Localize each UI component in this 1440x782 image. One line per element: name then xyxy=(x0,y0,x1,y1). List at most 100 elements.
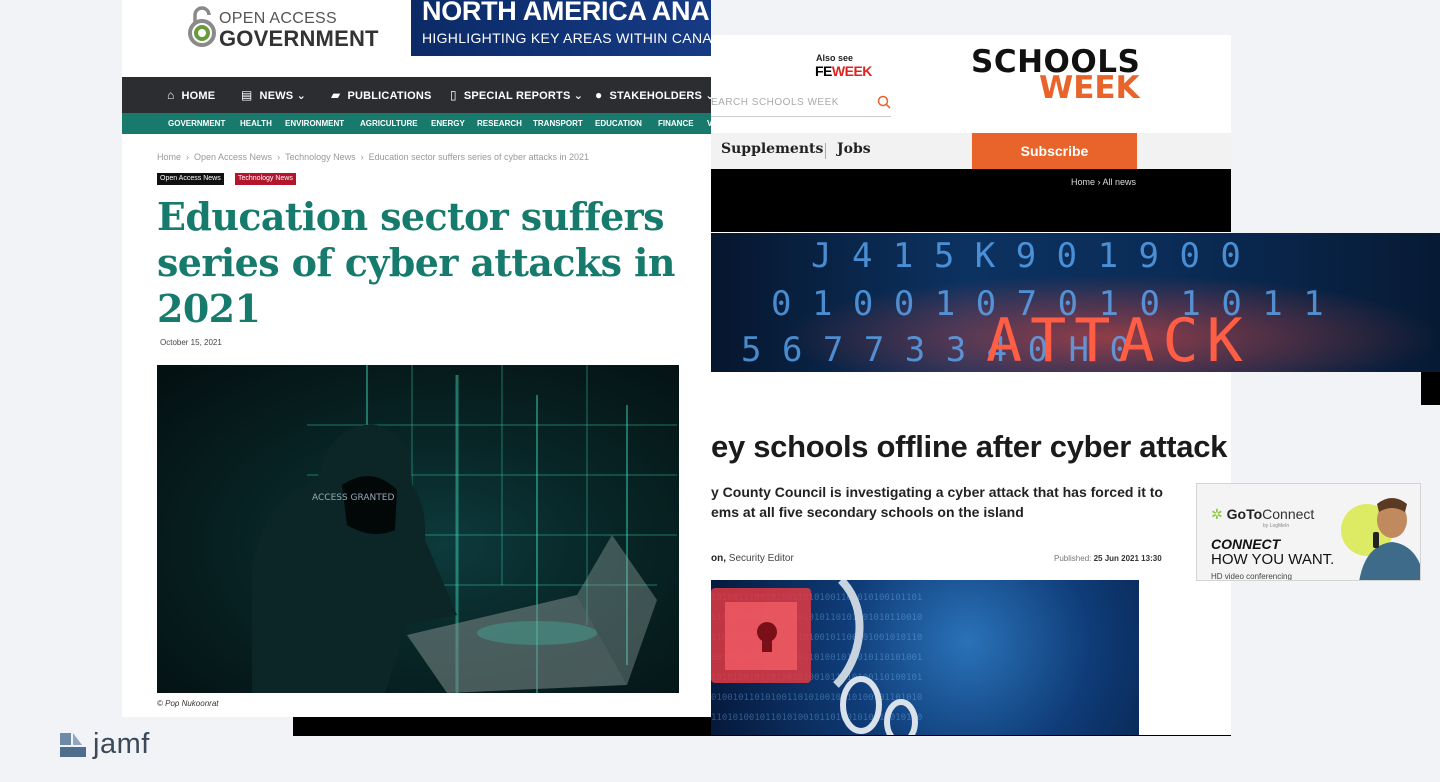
category-government[interactable]: GOVERNMENT xyxy=(168,119,225,128)
chevron-down-icon: ⌄ xyxy=(705,90,715,102)
feweek-fe: FE xyxy=(815,63,832,79)
tag-open-access-news[interactable]: Open Access News xyxy=(157,173,224,185)
logo-week: WEEK xyxy=(1039,70,1140,106)
binary-row-1: J 4 1 5 K 9 0 1 9 0 0 xyxy=(811,236,1241,276)
schools-week-article: Also see FEWEEK EARCH SCHOOLS WEEK SCHOO… xyxy=(711,35,1231,735)
category-research[interactable]: RESEARCH xyxy=(477,119,522,128)
person-photo xyxy=(1341,498,1420,580)
jamf-wordmark: jamf xyxy=(93,728,150,760)
breadcrumb-bar xyxy=(711,169,1231,232)
article-date: October 15, 2021 xyxy=(160,338,222,347)
jamf-logo: jamf xyxy=(60,728,170,770)
published-date: Published: 25 Jun 2021 13:30 xyxy=(1054,554,1162,563)
category-finance[interactable]: FINANCE xyxy=(658,119,694,128)
chevron-right-icon: › xyxy=(277,152,281,162)
article-headline: ey schools offline after cyber attack xyxy=(711,429,1228,464)
north-america-banner[interactable]: NORTH AMERICA ANA HIGHLIGHTING KEY AREAS… xyxy=(411,0,711,56)
breadcrumb: Home › Open Access News › Technology News › Ed… xyxy=(157,152,589,162)
article-standfirst: y County Council is investigating a cybe… xyxy=(711,482,1171,522)
chevron-down-icon: ⌄ xyxy=(573,90,584,102)
nav-supplements[interactable]: Supplements xyxy=(721,141,823,157)
category-education[interactable]: EDUCATION xyxy=(595,119,642,128)
byline-name[interactable]: on, xyxy=(711,553,726,564)
chevron-right-icon: › xyxy=(360,152,364,162)
nav-divider xyxy=(825,143,826,159)
ad-brand-goto: GoTo xyxy=(1226,506,1263,522)
nav-news-label: NEWS xyxy=(259,90,294,102)
nav-stakeholders-label: STAKEHOLDERS xyxy=(609,90,703,102)
breadcrumb[interactable]: Home › All news xyxy=(1071,177,1136,187)
schools-week-logo[interactable]: SCHOOLS WEEK xyxy=(971,47,1140,106)
feweek-link[interactable]: FEWEEK xyxy=(815,63,872,79)
asterisk-icon: ✲ xyxy=(1211,506,1223,522)
padlock-logo-icon xyxy=(188,6,216,47)
ad-brand-connect: Connect xyxy=(1262,506,1315,522)
logo-line-2: GOVERNMENT xyxy=(219,26,379,51)
gotoconnect-ad[interactable]: ✲ GoToConnect by LogMeIn CONNECT HOW YOU… xyxy=(1196,483,1421,581)
home-icon: ⌂ xyxy=(167,88,175,102)
image-credit: © Pop Nukoonrat xyxy=(157,699,219,708)
article-title: Education sector suffers series of cyber… xyxy=(157,194,675,331)
category-health[interactable]: HEALTH xyxy=(240,119,272,128)
nav-special-reports-label: SPECIAL REPORTS xyxy=(463,90,571,102)
breadcrumb-open-access-news[interactable]: Open Access News xyxy=(194,152,272,162)
padlock-illustration: 101001110010100110101001101010100101101 … xyxy=(711,580,922,735)
category-more[interactable]: V xyxy=(707,119,712,128)
background-dark-stub xyxy=(1421,372,1440,405)
category-environment[interactable]: ENVIRONMENT xyxy=(285,119,344,128)
oag-main-nav: ⌂ HOME ▤ NEWS ⌄ ▰ PUBLICATIONS ▯ SPECIAL REP… xyxy=(122,77,715,113)
ad-headline-1: CONNECT xyxy=(1211,536,1281,552)
newspaper-icon: ▤ xyxy=(241,88,253,102)
padlock-chain-image: 101001110010100110101001101010100101101 … xyxy=(711,580,1139,735)
nav-home[interactable]: ⌂ HOME xyxy=(167,88,215,102)
breadcrumb-current: Education sector suffers series of cyber… xyxy=(368,152,590,162)
byline-role: Security Editor xyxy=(728,553,794,564)
category-transport[interactable]: TRANSPORT xyxy=(533,119,583,128)
svg-text:010010110101001101010010110100: 010010110101001101010010110100101101010 xyxy=(711,693,922,703)
image-overlay-text: ACCESS GRANTED xyxy=(312,493,394,503)
chevron-right-icon: › xyxy=(186,152,190,162)
standfirst-line-1: y County Council is investigating a cybe… xyxy=(711,484,1163,500)
ad-headline-2: HOW YOU WANT. xyxy=(1211,551,1335,568)
ad-byline: by LogMeIn xyxy=(1263,523,1290,529)
feweek-week: WEEK xyxy=(831,63,873,79)
ad-caption: HD video conferencing xyxy=(1211,572,1292,581)
published-label: Published: xyxy=(1054,554,1092,563)
subscribe-button[interactable]: Subscribe xyxy=(972,133,1137,169)
nav-publications-label: PUBLICATIONS xyxy=(347,90,432,102)
ad-brand: ✲ GoToConnect xyxy=(1211,506,1314,523)
also-see-label: Also see xyxy=(816,53,854,63)
byline: on, Security Editor xyxy=(711,553,794,564)
search-input[interactable]: EARCH SCHOOLS WEEK xyxy=(711,93,891,117)
jamf-mark-icon xyxy=(60,733,86,757)
attack-word: ATTACK xyxy=(986,306,1251,372)
nav-jobs[interactable]: Jobs xyxy=(837,141,871,157)
attack-graphic: J 4 1 5 K 9 0 1 9 0 0 0 1 0 0 1 0 7 0 1 … xyxy=(711,233,1440,372)
breadcrumb-home[interactable]: Home xyxy=(157,152,181,162)
nav-special-reports[interactable]: ▯ SPECIAL REPORTS ⌄ xyxy=(450,88,583,102)
banner-subtitle: HIGHLIGHTING KEY AREAS WITHIN CANADA A xyxy=(422,30,711,46)
book-icon: ▰ xyxy=(331,88,341,102)
category-energy[interactable]: ENERGY xyxy=(431,119,465,128)
category-agriculture[interactable]: AGRICULTURE xyxy=(360,119,418,128)
standfirst-line-2: ems at all five secondary schools on the… xyxy=(711,504,1024,520)
oag-category-nav: GOVERNMENT HEALTH ENVIRONMENT AGRICULTUR… xyxy=(122,113,712,134)
oag-article: Home › Open Access News › Technology News › Ed… xyxy=(122,134,711,717)
attack-banner-image: J 4 1 5 K 9 0 1 9 0 0 0 1 0 0 1 0 7 0 1 … xyxy=(711,233,1440,372)
open-access-government-logo[interactable]: OPEN ACCESS GOVERNMENT xyxy=(188,5,388,51)
hacker-illustration: ACCESS GRANTED xyxy=(252,365,677,693)
published-value: 25 Jun 2021 13:30 xyxy=(1093,554,1162,563)
nav-home-label: HOME xyxy=(181,90,216,102)
nav-publications[interactable]: ▰ PUBLICATIONS xyxy=(331,88,432,102)
schools-week-nav: Supplements Jobs xyxy=(711,133,1231,169)
chevron-down-icon: ⌄ xyxy=(296,90,307,102)
schools-week-header: Also see FEWEEK EARCH SCHOOLS WEEK SCHOO… xyxy=(711,35,1231,133)
search-icon[interactable] xyxy=(877,95,891,109)
nav-news[interactable]: ▤ NEWS ⌄ xyxy=(241,88,306,102)
banner-title: NORTH AMERICA ANA xyxy=(422,0,710,26)
nav-stakeholders[interactable]: ● STAKEHOLDERS ⌄ xyxy=(595,88,715,102)
tag-technology-news[interactable]: Technology News xyxy=(235,173,296,185)
breadcrumb-technology-news[interactable]: Technology News xyxy=(285,152,356,162)
user-icon: ● xyxy=(595,88,603,102)
hooded-hacker-image: ACCESS GRANTED xyxy=(157,365,679,693)
